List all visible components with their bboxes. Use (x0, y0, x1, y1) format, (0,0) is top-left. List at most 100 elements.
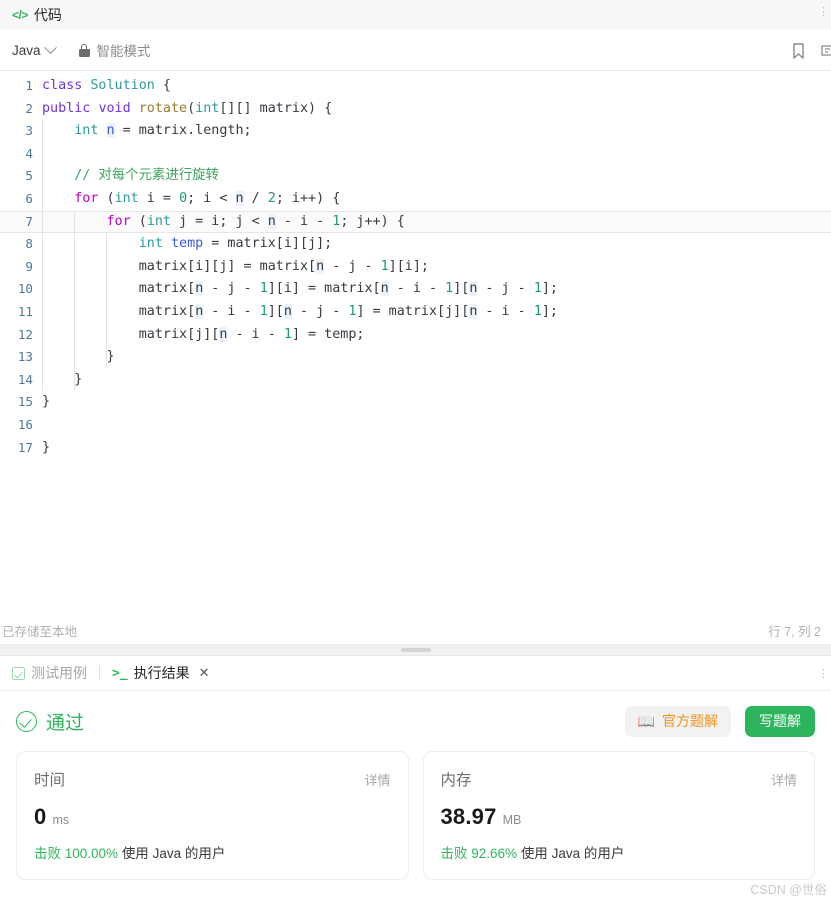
bookmark-icon[interactable] (791, 42, 806, 60)
code-token: 1 (259, 281, 268, 297)
code-token: int (74, 123, 99, 139)
result-body: 通过 📖 官方题解 写题解 时间 详情 0 ms 击败 100.00% 使用 J… (0, 691, 831, 905)
code-token: ; i++) { (275, 190, 341, 206)
code-line-text: matrix[n - i - 1][n - j - 1] = matrix[j]… (42, 300, 831, 324)
code-token: n (283, 303, 292, 319)
code-token: ][i]; (388, 258, 429, 274)
code-line[interactable]: 9 matrix[i][j] = matrix[n - j - 1][i]; (0, 255, 831, 279)
code-token: - i - (275, 213, 333, 229)
result-tabs: 测试用例 >_ 执行结果 ✕ ⋮ (0, 656, 831, 691)
code-token: } (42, 394, 51, 410)
code-line[interactable]: 6 for (int i = 0; i < n / 2; i++) { (0, 187, 831, 211)
code-line[interactable]: 15} (0, 391, 831, 414)
result-overflow-menu[interactable]: ⋮ (818, 667, 829, 680)
verdict: 通过 (16, 708, 84, 735)
line-number: 11 (17, 303, 33, 319)
code-token: Solution (90, 78, 155, 93)
code-token: 1 (445, 281, 454, 297)
close-icon[interactable]: ✕ (199, 665, 210, 681)
code-token: ( (187, 100, 196, 116)
code-line-text: int n = matrix.length; (42, 120, 831, 143)
stat-card-time-detail-link[interactable]: 详情 (364, 770, 390, 789)
code-token: int (195, 100, 220, 116)
panel-title: 代码 (33, 7, 62, 23)
code-token: class (42, 78, 91, 93)
panel-overflow-menu[interactable]: ⋮ (818, 7, 829, 18)
code-line-text (42, 414, 831, 437)
code-line[interactable]: 8 int temp = matrix[i][j]; (0, 233, 831, 256)
code-token: for (106, 213, 131, 229)
code-token: ]; (541, 303, 558, 319)
code-token: n (380, 281, 389, 297)
official-solution-button[interactable]: 📖 官方题解 (624, 705, 731, 737)
code-line[interactable]: 11 matrix[n - i - 1][n - j - 1] = matrix… (0, 300, 831, 324)
stat-card-time-label: 时间 (34, 772, 66, 789)
stat-card-memory-unit: MB (502, 813, 522, 827)
code-token: // 对每个元素进行旋转 (42, 168, 219, 184)
code-line[interactable]: 4 (0, 142, 831, 166)
code-line[interactable]: 1 class Solution { (0, 75, 831, 98)
code-token: - j - (291, 303, 349, 319)
code-token: i = (138, 190, 180, 206)
code-token: 1 (283, 326, 292, 342)
code-line-text: for (int i = 0; i < n / 2; i++) { (42, 187, 831, 211)
lock-icon (78, 43, 90, 57)
code-line[interactable]: 13 } (0, 346, 831, 369)
tab-result[interactable]: >_ 执行结果 (112, 663, 190, 683)
code-token: ][ (453, 281, 470, 297)
code-line-text: class Solution { (42, 75, 831, 98)
code-token: matrix[ (42, 281, 196, 297)
code-token: ]; (541, 281, 558, 297)
cursor-position-text: 行 7, 列 2 (768, 624, 821, 639)
code-lines-container[interactable]: 1 class Solution {2 public void rotate(int… (0, 71, 831, 616)
stat-card-time-beat-suffix: 使用 Java 的用户 (121, 846, 226, 861)
code-line[interactable]: 3 int n = matrix.length; (0, 120, 831, 143)
language-selector[interactable]: Java (10, 40, 57, 61)
code-brackets-icon: </> (12, 8, 28, 22)
stat-card-time-beat: 击败 100.00% (34, 846, 119, 861)
stat-card-time: 时间 详情 0 ms 击败 100.00% 使用 Java 的用户 (16, 751, 409, 880)
code-line[interactable]: 2 public void rotate(int[][] matrix) { (0, 98, 831, 121)
stat-card-memory-detail-link[interactable]: 详情 (771, 770, 797, 789)
code-editor[interactable]: 1 class Solution {2 public void rotate(int… (0, 71, 831, 616)
code-token: ][i] = matrix[ (267, 281, 381, 297)
code-token: ( (130, 213, 147, 229)
code-token: rotate (138, 100, 188, 116)
code-token: int (114, 190, 139, 206)
tab-testcase[interactable]: 测试用例 (12, 663, 87, 683)
code-line[interactable]: 17} (0, 437, 831, 460)
code-line[interactable]: 16 (0, 414, 831, 437)
stat-card-memory-subtext: 击败 92.66% 使用 Java 的用户 (441, 842, 798, 862)
stat-card-memory-beat-suffix: 使用 Java 的用户 (520, 846, 625, 861)
code-token: void (98, 100, 131, 116)
verdict-row: 通过 📖 官方题解 写题解 (16, 705, 815, 737)
settings-icon[interactable] (820, 43, 831, 59)
code-line[interactable]: 12 matrix[j][n - i - 1] = temp; (0, 323, 831, 347)
code-token: n (106, 123, 115, 139)
code-token: matrix[i][j] = matrix[ (42, 258, 317, 274)
line-number: 15 (17, 394, 33, 410)
line-number: 5 (25, 168, 33, 184)
stat-card-time-unit: ms (52, 813, 70, 827)
code-token: = matrix.length; (114, 123, 252, 139)
panel-splitter[interactable] (0, 644, 831, 656)
code-token: - i - (388, 281, 446, 297)
code-line-text: } (42, 391, 831, 414)
line-number: 2 (25, 100, 33, 116)
code-line[interactable]: 7 for (int j = i; j < n - i - 1; j++) { (0, 210, 831, 234)
code-line[interactable]: 5 // 对每个元素进行旋转 (0, 165, 831, 188)
code-token: 1 (380, 258, 389, 274)
smart-mode-toggle[interactable]: 智能模式 (78, 40, 151, 60)
write-solution-button[interactable]: 写题解 (745, 705, 815, 737)
code-token: n (316, 258, 325, 274)
drag-handle[interactable] (400, 648, 431, 652)
code-line[interactable]: 10 matrix[n - j - 1][i] = matrix[n - i -… (0, 278, 831, 301)
line-number: 7 (25, 213, 33, 229)
code-token: int (138, 236, 163, 252)
code-token: ][ (267, 303, 284, 319)
code-line[interactable]: 14 } (0, 368, 831, 392)
